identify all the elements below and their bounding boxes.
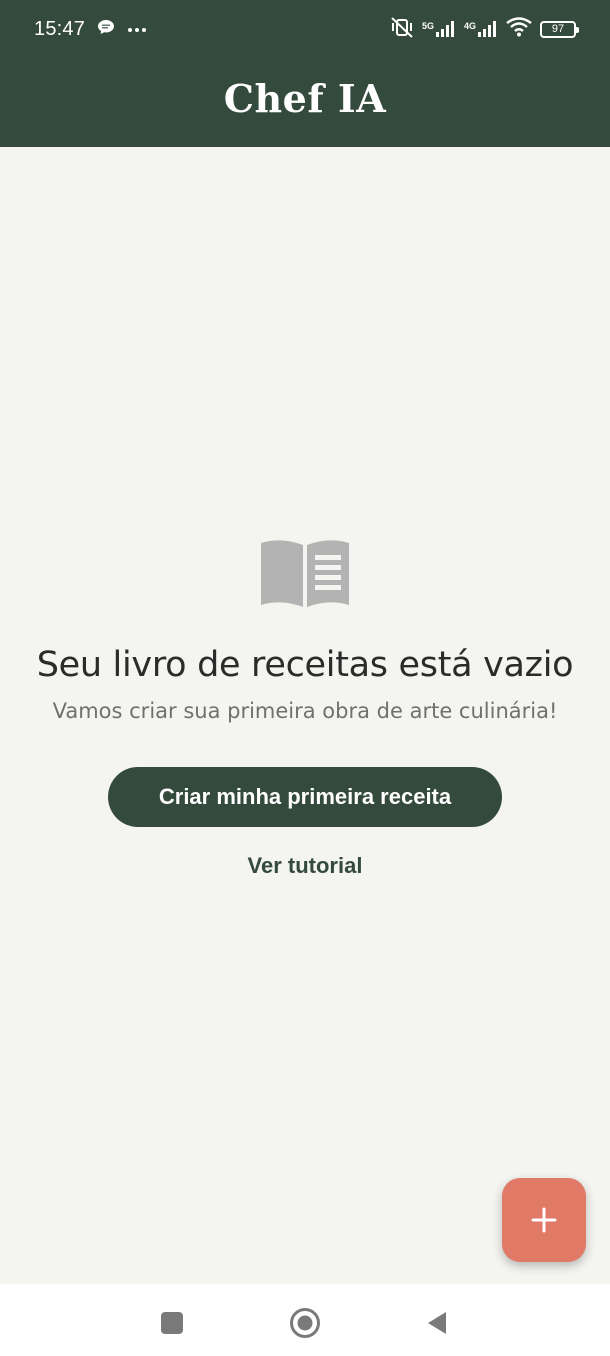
add-recipe-fab[interactable] — [502, 1178, 586, 1262]
system-nav-bar — [0, 1284, 610, 1356]
recents-button[interactable] — [155, 1306, 189, 1340]
vibrate-off-icon — [390, 16, 414, 43]
battery-icon: 97 — [540, 20, 579, 38]
home-circle-icon — [290, 1308, 320, 1338]
signal-5g-icon: 5G — [422, 21, 456, 37]
chat-bubble-icon — [97, 19, 115, 40]
recents-square-icon — [161, 1312, 183, 1334]
app-bar: Chef IA — [0, 58, 610, 147]
view-tutorial-link[interactable]: Ver tutorial — [248, 853, 363, 879]
empty-state-title: Seu livro de receitas está vazio — [36, 645, 574, 685]
app-title: Chef IA — [223, 76, 387, 121]
empty-state-subtitle: Vamos criar sua primeira obra de arte cu… — [52, 699, 558, 723]
back-button[interactable] — [420, 1306, 454, 1340]
status-bar: 15:47 5G 4G 97 — [0, 0, 610, 58]
more-dots-icon — [127, 20, 147, 38]
signal-5g-label: 5G — [421, 21, 434, 31]
home-button[interactable] — [288, 1306, 322, 1340]
plus-icon — [531, 1207, 557, 1233]
signal-4g-label: 4G — [463, 21, 476, 31]
open-book-icon — [261, 540, 349, 607]
status-left: 15:47 — [34, 18, 147, 41]
create-first-recipe-button[interactable]: Criar minha primeira receita — [108, 767, 502, 827]
status-time: 15:47 — [34, 17, 86, 40]
signal-4g-icon: 4G — [464, 21, 498, 37]
battery-level: 97 — [551, 23, 565, 35]
screen: 15:47 5G 4G 97 Chef IA Seu livro de rece… — [0, 0, 610, 1356]
wifi-icon — [506, 16, 532, 42]
status-right: 5G 4G 97 — [390, 16, 579, 43]
back-triangle-icon — [428, 1312, 446, 1334]
empty-state: Seu livro de receitas está vazio Vamos c… — [0, 535, 610, 879]
